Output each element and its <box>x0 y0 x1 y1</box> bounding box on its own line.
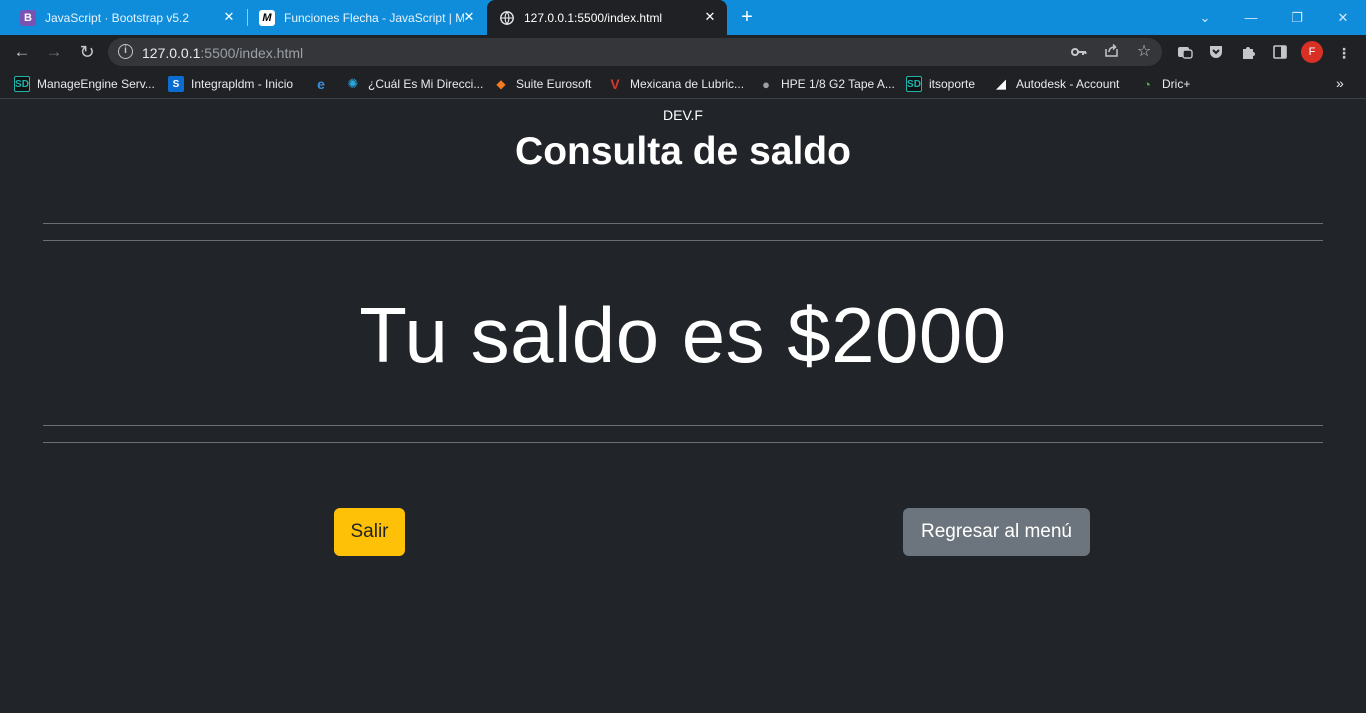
servicedesk-icon: SD <box>14 76 30 92</box>
divider <box>43 223 1323 224</box>
servicedesk-icon: SD <box>906 76 922 92</box>
autodesk-icon: ◢ <box>996 76 1006 91</box>
bookmark-label: Dric+ <box>1162 77 1191 91</box>
reload-icon[interactable]: ↻ <box>76 41 98 63</box>
balance-text: Tu saldo es $2000 <box>359 291 1007 379</box>
bookmark-autodesk[interactable]: ◢ Autodesk - Account <box>993 75 1119 93</box>
dric-icon: ◔ <box>1143 76 1151 92</box>
puzzle-extensions-icon[interactable] <box>1239 44 1257 62</box>
v-logo-icon: V <box>610 76 620 92</box>
tab-search-icon[interactable]: ⌄ <box>1182 0 1228 35</box>
bookmark-edge-site[interactable]: e <box>313 75 336 93</box>
bookmark-star-icon[interactable]: ☆ <box>1135 43 1153 61</box>
forward-icon[interactable]: → <box>43 41 65 63</box>
bookmark-label: Integrapldm - Inicio <box>191 77 294 91</box>
bookmark-hpe-tape[interactable]: ● HPE 1/8 G2 Tape A... <box>758 75 895 93</box>
eurosoft-icon: ◆ <box>496 77 506 91</box>
tab-index-html[interactable]: 127.0.0.1:5500/index.html ✕ <box>487 0 727 35</box>
bootstrap-favicon-icon: B <box>20 9 36 26</box>
menu-kebab-icon[interactable]: ⋮ <box>1335 44 1353 62</box>
divider <box>43 442 1323 443</box>
tab-title: Funciones Flecha - JavaScript | M <box>284 10 464 25</box>
page-content: DEV.F Consulta de saldo Tu saldo es $200… <box>0 100 1366 713</box>
close-tab-icon[interactable]: ✕ <box>462 10 476 24</box>
site-info-icon[interactable]: i <box>118 44 133 59</box>
close-tab-icon[interactable]: ✕ <box>703 10 717 24</box>
divider <box>43 425 1323 426</box>
bookmark-itsoporte[interactable]: SD itsoporte <box>906 75 975 93</box>
exit-button[interactable]: Salir <box>334 508 405 556</box>
bookmark-label: ManageEngine Serv... <box>37 77 155 91</box>
bookmark-label: Autodesk - Account <box>1016 77 1120 91</box>
tab-strip: B JavaScript · Bootstrap v5.2 ✕ M Funcio… <box>0 0 1366 35</box>
side-panel-icon[interactable] <box>1271 44 1289 62</box>
back-to-menu-button[interactable]: Regresar al menú <box>903 508 1090 556</box>
address-url[interactable]: 127.0.0.1:5500/index.html <box>142 45 303 61</box>
back-icon[interactable]: ← <box>11 41 33 63</box>
bookmark-label: ¿Cuál Es Mi Direcci... <box>368 77 484 91</box>
bookmark-dric[interactable]: ◔ Dric+ <box>1139 75 1190 93</box>
mdn-favicon-icon: M <box>259 9 275 26</box>
bookmark-manageengine[interactable]: SD ManageEngine Serv... <box>14 75 155 93</box>
pocket-extension-icon[interactable] <box>1207 44 1225 62</box>
close-tab-icon[interactable]: ✕ <box>222 10 236 24</box>
minimize-icon[interactable]: — <box>1228 0 1274 35</box>
share-icon[interactable] <box>1102 43 1120 61</box>
brand-label: DEV.F <box>663 107 703 123</box>
bookmark-mexicana-lubricantes[interactable]: V Mexicana de Lubric... <box>607 75 744 93</box>
page-title: Consulta de saldo <box>515 130 851 173</box>
tab-funciones-flecha[interactable]: M Funciones Flecha - JavaScript | M ✕ <box>250 0 484 35</box>
tab-bootstrap[interactable]: B JavaScript · Bootstrap v5.2 ✕ <box>8 0 244 35</box>
swirl-icon: e <box>317 76 325 92</box>
restore-icon[interactable]: ❐ <box>1274 0 1320 35</box>
key-icon[interactable] <box>1070 43 1088 61</box>
url-path: :5500/index.html <box>200 45 304 61</box>
bookmark-label: Suite Eurosoft <box>516 77 592 91</box>
browser-toolbar: ← → ↻ i 127.0.0.1:5500/index.html ☆ F ⋮ <box>0 35 1366 69</box>
tab-title: JavaScript · Bootstrap v5.2 <box>45 10 190 25</box>
globe-icon <box>499 10 515 26</box>
bookmark-label: HPE 1/8 G2 Tape A... <box>781 77 895 91</box>
close-window-icon[interactable]: ✕ <box>1320 0 1366 35</box>
bookmark-integrapldm[interactable]: S Integrapldm - Inicio <box>168 75 293 93</box>
bookmark-suite-eurosoft[interactable]: ◆ Suite Eurosoft <box>493 75 591 93</box>
bookmark-label: itsoporte <box>929 77 976 91</box>
more-bookmarks-chevron-icon[interactable]: » <box>1336 75 1344 91</box>
bookmark-label: Mexicana de Lubric... <box>630 77 745 91</box>
profile-avatar[interactable]: F <box>1301 41 1323 63</box>
new-tab-button[interactable]: + <box>737 7 757 27</box>
tab-separator <box>247 9 248 26</box>
bookmarks-bar: SD ManageEngine Serv... S Integrapldm - … <box>0 69 1366 99</box>
address-bar[interactable]: i 127.0.0.1:5500/index.html ☆ <box>108 38 1162 66</box>
network-globe-icon: ✺ <box>347 76 359 91</box>
extension-icon[interactable] <box>1176 44 1194 62</box>
url-host: 127.0.0.1 <box>142 45 201 61</box>
sharepoint-icon: S <box>168 76 184 92</box>
bookmark-cual-es-mi-direccion[interactable]: ✺ ¿Cuál Es Mi Direcci... <box>345 75 484 93</box>
divider <box>43 240 1323 241</box>
globe-icon: ● <box>762 76 770 92</box>
tab-title: 127.0.0.1:5500/index.html <box>524 10 663 25</box>
